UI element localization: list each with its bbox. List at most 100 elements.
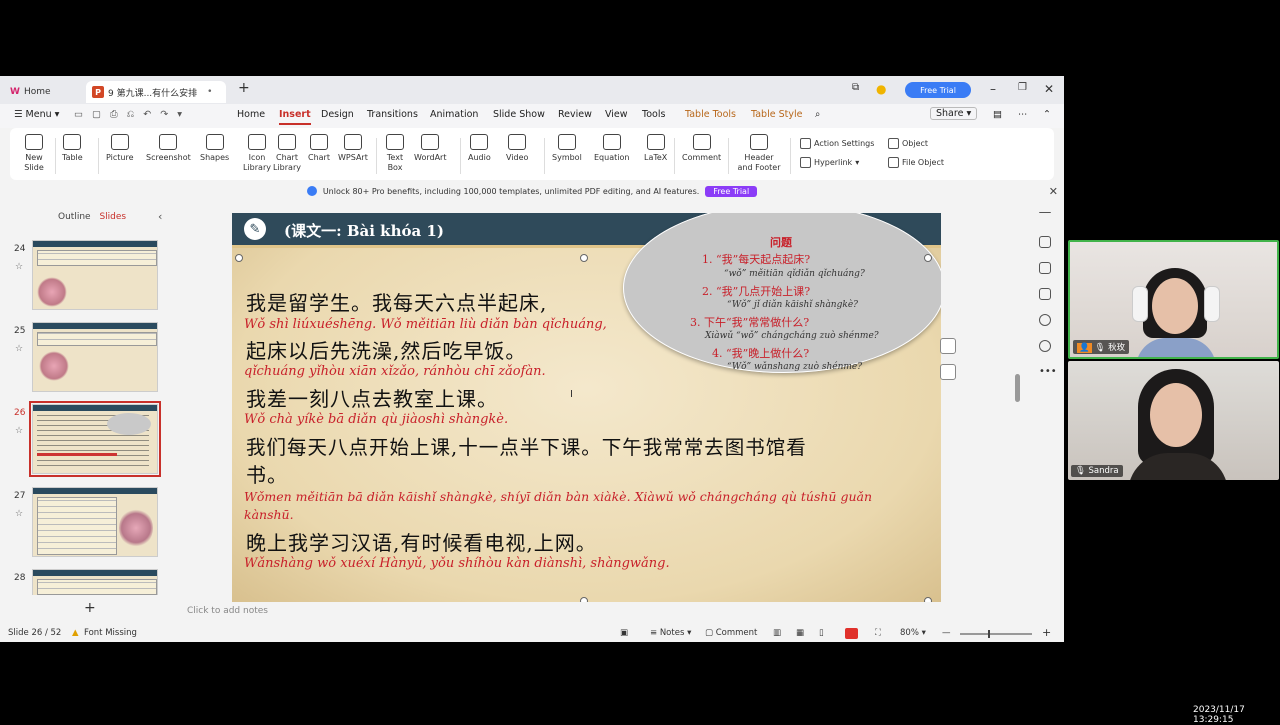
collapse-panel-icon[interactable]: ‹ — [158, 210, 162, 223]
window-layout-icon[interactable]: ⧉ — [852, 82, 859, 93]
menu-insert[interactable]: Insert — [279, 109, 311, 125]
menu-table-style[interactable]: Table Style — [751, 109, 802, 120]
question-4: 4. “我”晚上做什么? — [712, 347, 810, 360]
menu-slide-show[interactable]: Slide Show — [493, 109, 545, 120]
picture-button[interactable]: Picture — [106, 134, 134, 163]
zoom-out-icon[interactable]: — — [942, 628, 951, 638]
slide-thumbnail-28[interactable]: 28 — [0, 569, 178, 595]
current-slide[interactable]: ✎ (课文一: Bài khóa 1) 问题 1. “我”每天起点起床? “wǒ… — [232, 213, 941, 603]
file-object-button[interactable]: File Object — [888, 157, 944, 168]
zoom-in-icon[interactable]: + — [1042, 626, 1051, 639]
more-icon[interactable]: ••• — [1039, 366, 1057, 378]
equation-button[interactable]: Equation — [594, 134, 629, 163]
collapse-icon[interactable] — [1039, 212, 1051, 214]
chart-button[interactable]: Chart — [308, 134, 330, 163]
video-button[interactable]: Video — [506, 134, 528, 163]
tab-home[interactable]: W Home — [4, 81, 82, 103]
more-icon[interactable]: ⋯ — [1018, 109, 1028, 120]
comment-button[interactable]: Comment — [682, 134, 721, 163]
slides-tab[interactable]: Slides — [99, 212, 126, 222]
pencil-icon: ✎ — [244, 218, 266, 240]
wpsart-button[interactable]: WPSArt — [338, 134, 368, 163]
right-sidebar: ••• — [1030, 202, 1064, 626]
shapes-button[interactable]: Shapes — [200, 134, 229, 163]
close-window-button[interactable]: ✕ — [1044, 82, 1054, 96]
latex-icon — [646, 134, 665, 150]
normal-view-icon[interactable]: ▥ — [773, 628, 781, 638]
object-button[interactable]: Object — [888, 138, 928, 149]
participant-1-label: 👤 🎙 秋玫 — [1073, 340, 1130, 354]
tab-close-icon[interactable]: • — [207, 87, 212, 97]
zoom-level[interactable]: 80% ▾ — [900, 628, 926, 638]
play-slideshow-icon[interactable] — [845, 628, 858, 639]
new-tab-button[interactable]: + — [238, 80, 250, 96]
wordart-button[interactable]: WordArt — [414, 134, 446, 163]
menu-table-tools[interactable]: Table Tools — [685, 109, 736, 120]
outline-tab[interactable]: Outline — [58, 212, 91, 222]
audio-button[interactable]: Audio — [468, 134, 491, 163]
avatar[interactable]: ● — [876, 82, 886, 96]
quick-access-toolbar[interactable]: ▭ ▢ ⎙ ⎌ ↶ ↷ ▾ — [74, 109, 185, 120]
action-settings-button[interactable]: Action Settings — [800, 138, 874, 149]
history-icon[interactable] — [1039, 314, 1051, 326]
latex-button[interactable]: LaTeX — [644, 134, 667, 163]
menu-review[interactable]: Review — [558, 109, 592, 120]
text-box-button[interactable]: Text Box — [384, 134, 406, 173]
slide-thumbnail-27[interactable]: 27 ☆ — [0, 487, 178, 561]
vertical-scrollbar[interactable] — [1015, 206, 1021, 598]
menu-animation[interactable]: Animation — [430, 109, 478, 120]
star-icon[interactable] — [1039, 262, 1051, 274]
hyperlink-button[interactable]: Hyperlink ▾ — [800, 157, 859, 168]
slide-preview — [32, 240, 158, 310]
chart-library-button[interactable]: Chart Library — [272, 134, 302, 173]
help-icon[interactable] — [1039, 340, 1051, 352]
menu-transitions[interactable]: Transitions — [367, 109, 418, 120]
selection-handle[interactable] — [580, 254, 588, 262]
slide-sorter-icon[interactable]: ▦ — [796, 628, 804, 638]
font-missing[interactable]: Font Missing — [84, 628, 137, 638]
comment-status-button[interactable]: ▢ Comment — [705, 628, 757, 638]
menu-button[interactable]: ☰ Menu ▾ — [14, 109, 59, 120]
table-button[interactable]: Table — [62, 134, 83, 163]
zoom-slider[interactable] — [960, 630, 1032, 638]
menu-view[interactable]: View — [605, 109, 628, 120]
menu-design[interactable]: Design — [321, 109, 354, 120]
copy-icon[interactable] — [1039, 236, 1051, 248]
free-trial-button[interactable]: Free Trial — [905, 82, 971, 98]
star-icon[interactable]: ☆ — [15, 262, 23, 272]
icon-library-button[interactable]: Icon Library — [242, 134, 272, 173]
star-icon[interactable]: ☆ — [15, 344, 23, 354]
comment-icon[interactable]: ▤ — [993, 109, 1002, 120]
slide-thumbnail-24[interactable]: 24 ☆ — [0, 240, 178, 314]
symbol-button[interactable]: Symbol — [552, 134, 582, 163]
menu-home[interactable]: Home — [237, 109, 265, 120]
collapse-ribbon-icon[interactable]: ⌃ — [1043, 109, 1051, 120]
fit-window-icon[interactable]: ⛶ — [875, 628, 881, 638]
slide-thumbnail-26[interactable]: 26 ☆ — [0, 401, 178, 478]
notes-button[interactable]: ≡ Notes ▾ — [650, 628, 691, 638]
layers-icon[interactable] — [940, 338, 956, 354]
restore-button[interactable]: ❐ — [1018, 82, 1027, 93]
slide-thumbnail-25[interactable]: 25 ☆ — [0, 322, 178, 396]
add-slide-button[interactable]: + — [84, 600, 96, 616]
promo-free-trial-button[interactable]: Free Trial — [705, 185, 758, 197]
selection-handle[interactable] — [924, 254, 932, 262]
new-slide-button[interactable]: New Slide — [20, 134, 48, 173]
tab-document[interactable]: P 9 第九课...有什么安排 • — [86, 81, 226, 103]
screenshot-button[interactable]: Screenshot — [146, 134, 191, 163]
minimize-button[interactable]: – — [990, 82, 996, 96]
menu-tools[interactable]: Tools — [642, 109, 665, 120]
promo-close-icon[interactable]: ✕ — [1049, 185, 1058, 198]
picture-label: Picture — [106, 153, 134, 162]
reading-view-icon[interactable]: ▯ — [819, 628, 824, 638]
selection-handle[interactable] — [235, 254, 243, 262]
reading-mode-icon[interactable]: ▣ — [620, 628, 628, 638]
notes-pane[interactable]: Click to add notes — [178, 602, 1026, 626]
header-footer-button[interactable]: Header and Footer — [736, 134, 782, 173]
format-icon[interactable] — [940, 364, 956, 380]
star-icon[interactable]: ☆ — [15, 426, 23, 436]
search-icon[interactable]: ⌕ — [815, 109, 820, 120]
star-icon[interactable]: ☆ — [15, 509, 23, 519]
settings-icon[interactable] — [1039, 288, 1051, 300]
share-button[interactable]: Share ▾ — [930, 107, 978, 120]
